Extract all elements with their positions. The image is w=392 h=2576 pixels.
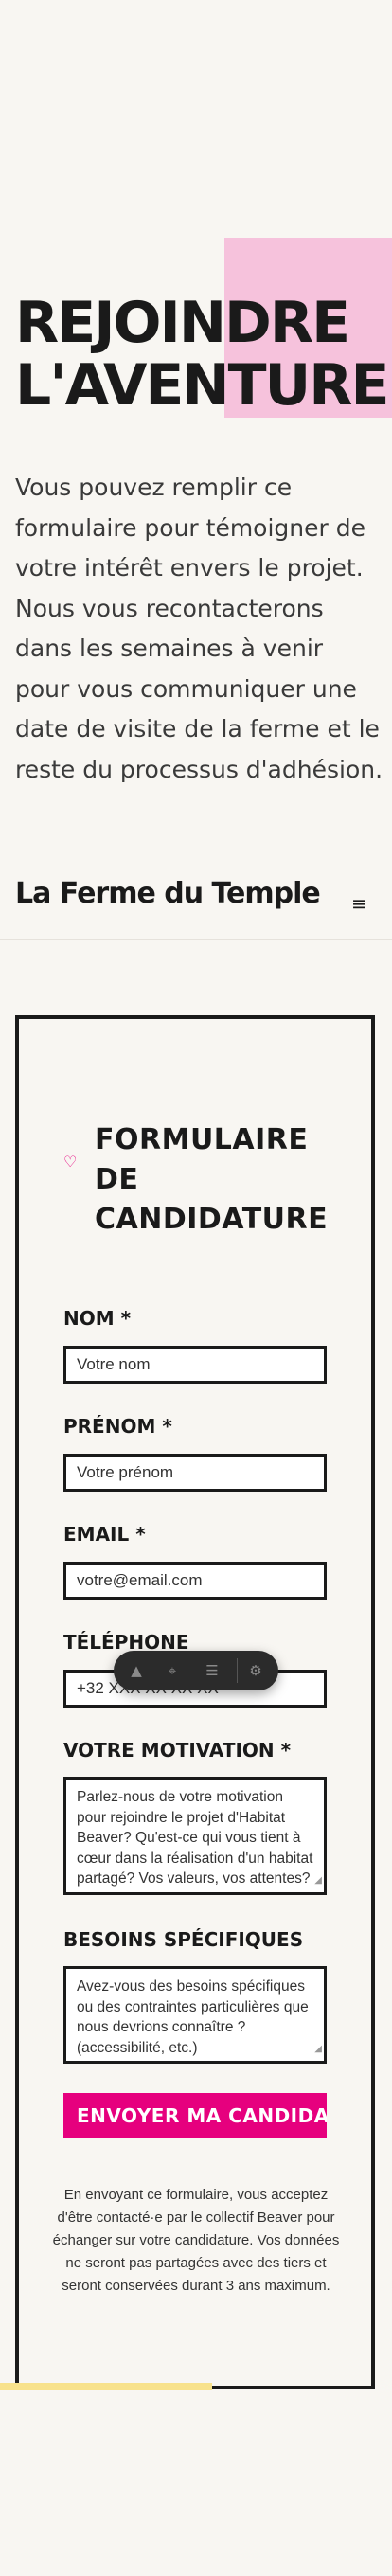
motivation-textarea[interactable]: Parlez-nous de votre motivation pour rej…	[63, 1777, 327, 1895]
brand-logo[interactable]: La Ferme du Temple	[15, 877, 321, 910]
privacy-disclaimer: En envoyant ce formulaire, vous acceptez…	[52, 2187, 340, 2294]
motivation-placeholder: Parlez-nous de votre motivation pour rej…	[77, 1789, 313, 1887]
prenom-input[interactable]: Votre prénom	[63, 1454, 327, 1492]
form-title: FORMULAIRE DE CANDIDATURE	[95, 1120, 328, 1240]
resize-handle-icon[interactable]: ◢	[314, 2039, 322, 2060]
floating-dev-toolbar: ▲ ⌖ ☰ ⚙	[114, 1651, 278, 1690]
besoins-placeholder: Avez-vous des besoins spécifiques ou des…	[77, 1978, 309, 2056]
email-label: EMAIL *	[63, 1523, 146, 1546]
cursor-icon[interactable]: ⌖	[163, 1661, 182, 1680]
besoins-label: BESOINS SPÉCIFIQUES	[63, 1928, 304, 1951]
decorative-yellow-bar	[0, 2383, 212, 2390]
hamburger-menu-icon[interactable]: ≡	[351, 894, 367, 913]
inspect-list-icon[interactable]: ☰	[203, 1661, 222, 1680]
motivation-label: VOTRE MOTIVATION *	[63, 1739, 292, 1762]
resize-handle-icon[interactable]: ◢	[314, 1870, 322, 1891]
form-title-line1: FORMULAIRE	[95, 1123, 309, 1156]
nom-label: NOM *	[63, 1307, 132, 1330]
besoins-textarea[interactable]: Avez-vous des besoins spécifiques ou des…	[63, 1966, 327, 2064]
nom-input[interactable]: Votre nom	[63, 1346, 327, 1384]
intro-text: Vous pouvez remplir ce formulaire pour t…	[15, 474, 383, 783]
toolbar-divider	[237, 1658, 238, 1683]
heart-icon: ♡	[63, 1153, 78, 1171]
submit-button[interactable]: ENVOYER MA CANDIDATURE	[63, 2093, 327, 2138]
page-title-line1: REJOINDRE	[15, 290, 350, 356]
page-title: REJOINDRE L'AVENTURE	[15, 290, 389, 419]
prenom-label: PRÉNOM *	[63, 1415, 172, 1438]
page-title-line2: L'AVENTURE	[15, 352, 389, 419]
form-title-line3: CANDIDATURE	[95, 1203, 329, 1236]
email-input[interactable]: votre@email.com	[63, 1562, 327, 1600]
logo-icon[interactable]: ▲	[127, 1661, 146, 1680]
form-title-line2: DE	[95, 1163, 139, 1196]
settings-icon[interactable]: ⚙	[246, 1661, 265, 1680]
